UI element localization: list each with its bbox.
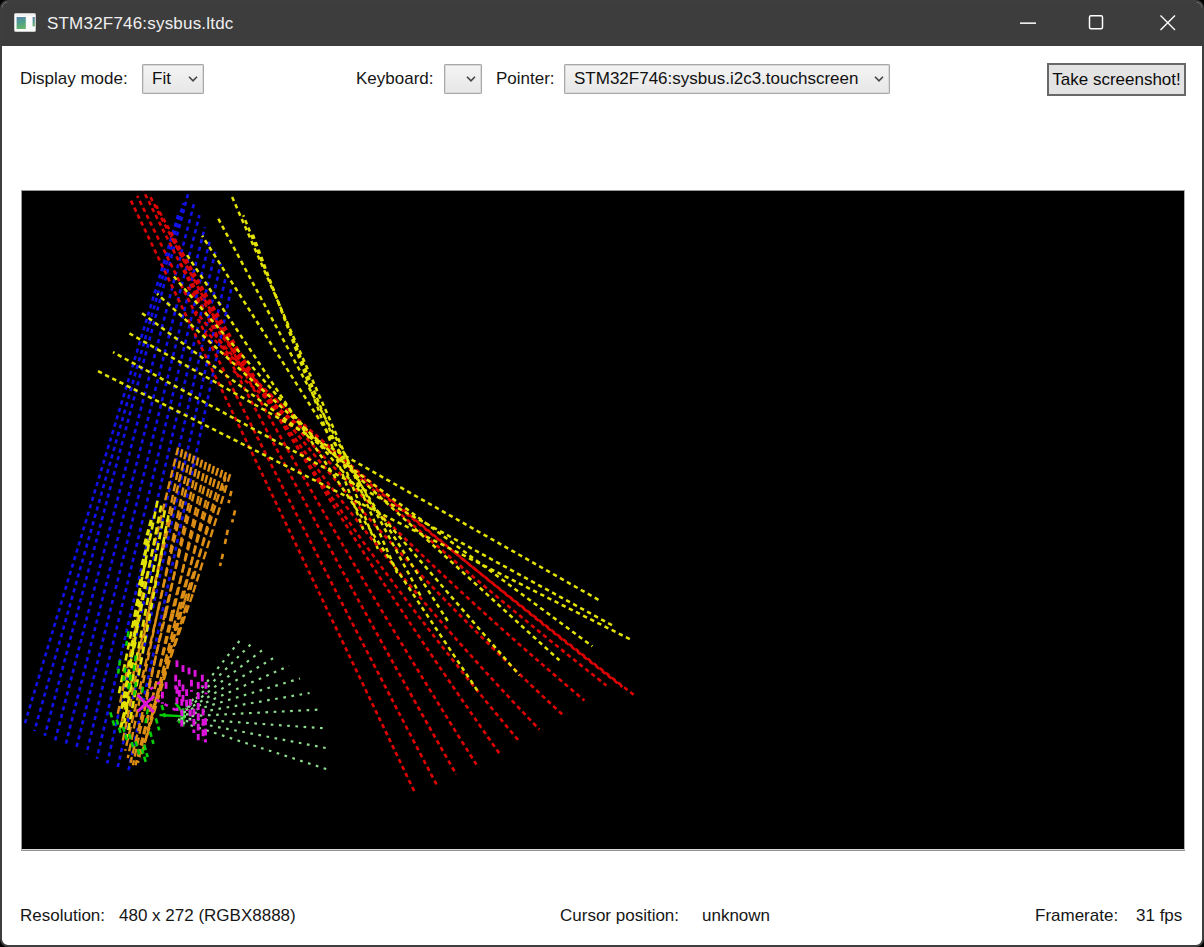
chevron-down-icon	[461, 76, 481, 82]
cursor-position-value: unknown	[702, 905, 770, 927]
resolution-value: 480 x 272 (RGBX8888)	[119, 905, 296, 927]
display-mode-select[interactable]: Fit	[142, 64, 204, 94]
minimize-button[interactable]	[1007, 2, 1053, 46]
maximize-button[interactable]	[1075, 2, 1121, 46]
display-mode-value: Fit	[143, 69, 183, 89]
close-icon	[1146, 2, 1192, 46]
keyboard-label: Keyboard:	[356, 64, 434, 94]
framebuffer-display[interactable]	[21, 190, 1185, 850]
framerate-label: Framerate:	[1035, 905, 1118, 927]
pointer-value: STM32F746:sysbus.i2c3.touchscreen	[565, 69, 869, 89]
framerate-value: 31 fps	[1136, 905, 1182, 927]
screen: { "window": { "title": "STM32F746:sysbus…	[0, 0, 1204, 947]
pointer-select[interactable]: STM32F746:sysbus.i2c3.touchscreen	[564, 64, 890, 94]
maximize-icon	[1075, 2, 1121, 46]
window-title: STM32F746:sysbus.ltdc	[47, 2, 234, 46]
emulator-window: STM32F746:sysbus.ltdc Display mode: Fit …	[0, 0, 1204, 947]
close-button[interactable]	[1146, 2, 1192, 46]
take-screenshot-button[interactable]: Take screenshot!	[1047, 63, 1186, 96]
chevron-down-icon	[869, 76, 889, 82]
keyboard-select[interactable]	[444, 64, 482, 94]
display-mode-label: Display mode:	[20, 64, 128, 94]
app-icon	[14, 13, 36, 32]
cursor-position-label: Cursor position:	[560, 905, 679, 927]
resolution-label: Resolution:	[20, 905, 105, 927]
framebuffer-content	[22, 191, 1184, 849]
chevron-down-icon	[183, 76, 203, 82]
minimize-icon	[1007, 2, 1053, 46]
pointer-label: Pointer:	[496, 64, 555, 94]
